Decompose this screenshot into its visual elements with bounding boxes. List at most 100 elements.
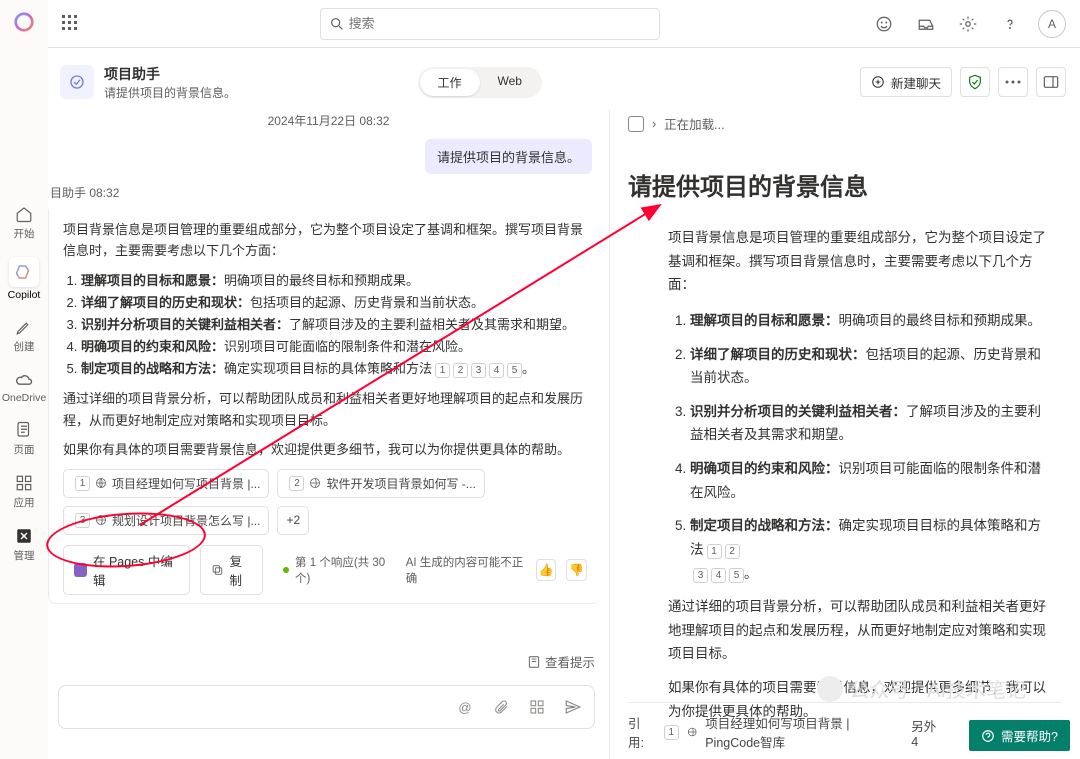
bot-li: 制定项目的战略和方法：确定实现项目目标的具体策略和方法12345。	[81, 358, 587, 380]
tab-web[interactable]: Web	[480, 69, 540, 96]
suggestion-more[interactable]: +2	[277, 506, 309, 535]
settings-icon[interactable]	[954, 10, 982, 38]
mode-tabs: 工作 Web	[418, 67, 542, 98]
citation[interactable]: 3	[693, 568, 708, 583]
rail-create[interactable]: 创建	[0, 309, 48, 362]
doc-li: 制定项目的战略和方法：确定实现项目目标的具体策略和方法12345。	[690, 514, 1052, 585]
doc-p: 项目背景信息是项目管理的重要组成部分，它为整个项目设定了基调和框架。撰写项目背景…	[668, 226, 1052, 297]
bot-li: 详细了解项目的历史和现状：包括项目的起源、历史背景和当前状态。	[81, 292, 587, 314]
doc-icon	[628, 116, 644, 132]
inbox-icon[interactable]	[912, 10, 940, 38]
chevron-right-icon: ›	[652, 117, 656, 131]
citation[interactable]: 5	[507, 363, 522, 378]
panel-toggle-button[interactable]	[1036, 67, 1066, 97]
citation[interactable]: 1	[435, 363, 450, 378]
suggestion-row: 1项目经理如何写项目背景 |... 2软件开发项目背景如何写 -... 3规划设…	[63, 469, 587, 535]
more-button[interactable]	[998, 67, 1028, 97]
pages-icon	[74, 563, 87, 577]
thumbs-up-button[interactable]: 👍	[536, 559, 557, 581]
left-rail: 开始 Copilot 创建 OneDrive 页面 应用 管理	[0, 0, 48, 759]
globe-icon	[687, 726, 697, 738]
shield-button[interactable]	[960, 67, 990, 97]
emoji-icon[interactable]	[870, 10, 898, 38]
help-icon[interactable]	[996, 10, 1024, 38]
apps-icon	[14, 473, 34, 493]
user-avatar[interactable]: A	[1038, 10, 1066, 38]
footer-extra[interactable]: 另外 4	[911, 716, 942, 749]
app-logo[interactable]	[10, 8, 38, 36]
new-chat-button[interactable]: 新建聊天	[860, 67, 952, 97]
citation[interactable]: 1	[664, 725, 679, 740]
chat-date: 2024年11月22日 08:32	[48, 110, 609, 139]
app-launcher-icon[interactable]	[62, 15, 80, 33]
grid-icon[interactable]	[526, 696, 548, 718]
bot-meta: 目助手 08:32	[50, 184, 609, 201]
edit-in-pages-button[interactable]: 在 Pages 中编辑	[63, 545, 190, 595]
citation[interactable]: 4	[489, 363, 504, 378]
rail-label: 开始	[14, 226, 35, 241]
doc-li: 识别并分析项目的关键利益相关者：了解项目涉及的主要利益相关者及其需求和期望。	[690, 400, 1052, 447]
suggestion-chip[interactable]: 3规划设计项目背景怎么写 |...	[63, 506, 269, 535]
rail-label: 创建	[14, 339, 35, 354]
help-bubble-icon	[981, 729, 995, 743]
citation[interactable]: 2	[725, 544, 740, 559]
citation[interactable]: 3	[471, 363, 486, 378]
user-message: 请提供项目的背景信息。	[425, 139, 592, 174]
home-icon	[14, 204, 34, 224]
attach-icon[interactable]	[490, 696, 512, 718]
rail-pages[interactable]: 页面	[0, 412, 48, 465]
globe-icon	[309, 477, 321, 489]
bot-p: 如果你有具体的项目需要背景信息，欢迎提供更多细节，我可以为你提供更具体的帮助。	[63, 439, 587, 460]
bot-message: 项目背景信息是项目管理的重要组成部分，它为整个项目设定了基调和框架。撰写项目背景…	[48, 209, 601, 604]
suggestion-chip[interactable]: 2软件开发项目背景如何写 -...	[277, 469, 484, 498]
doc-title: 请提供项目的背景信息	[628, 167, 1062, 202]
dots-icon	[1005, 80, 1021, 84]
bot-p: 通过详细的项目背景分析，可以帮助团队成员和利益相关者更好地理解项目的起点和发展历…	[63, 388, 587, 431]
doc-pane: › 正在加载... 请提供项目的背景信息 项目背景信息是项目管理的重要组成部分，…	[610, 110, 1080, 759]
new-chat-label: 新建聊天	[891, 73, 941, 92]
citation[interactable]: 5	[729, 568, 744, 583]
shield-icon	[967, 74, 983, 90]
send-icon[interactable]	[562, 696, 584, 718]
thumbs-down-button[interactable]: 👎	[566, 559, 587, 581]
rail-label: 页面	[14, 442, 35, 457]
search-input[interactable]	[349, 16, 651, 31]
view-prompt-button[interactable]: 查看提示	[527, 652, 595, 671]
doc-p: 通过详细的项目背景分析，可以帮助团队成员和利益相关者更好地理解项目的起点和发展历…	[668, 595, 1052, 666]
rail-start[interactable]: 开始	[0, 196, 48, 249]
rail-label: 管理	[14, 548, 35, 563]
copy-button[interactable]: 复制	[200, 545, 264, 595]
citation[interactable]: 2	[453, 363, 468, 378]
assistant-subtitle: 请提供项目的背景信息。	[104, 84, 236, 101]
copilot-icon	[9, 257, 39, 287]
mention-icon[interactable]: @	[454, 696, 476, 718]
rail-copilot[interactable]: Copilot	[0, 249, 48, 309]
rail-apps[interactable]: 应用	[0, 465, 48, 518]
rail-onedrive[interactable]: OneDrive	[0, 362, 48, 412]
chat-input[interactable]: @	[58, 685, 595, 729]
citation[interactable]: 4	[711, 568, 726, 583]
suggestion-chip[interactable]: 1项目经理如何写项目背景 |...	[63, 469, 269, 498]
assistant-header: 项目助手 请提供项目的背景信息。 工作 Web 新建聊天	[60, 56, 1066, 108]
search-box[interactable]	[320, 8, 660, 40]
cloud-icon	[14, 370, 34, 390]
breadcrumb: › 正在加载...	[628, 110, 1062, 151]
panel-icon	[1043, 75, 1059, 89]
bot-li: 识别并分析项目的关键利益相关者：了解项目涉及的主要利益相关者及其需求和期望。	[81, 314, 587, 336]
tab-work[interactable]: 工作	[420, 69, 480, 96]
doc-li: 详细了解项目的历史和现状：包括项目的起源、历史背景和当前状态。	[690, 343, 1052, 390]
book-icon	[527, 655, 541, 669]
footer-label: 引用:	[628, 713, 653, 751]
citation[interactable]: 1	[707, 544, 722, 559]
chat-pane: 2024年11月22日 08:32 请提供项目的背景信息。 目助手 08:32 …	[48, 110, 610, 759]
bot-p: 项目背景信息是项目管理的重要组成部分，它为整个项目设定了基调和框架。撰写项目背景…	[63, 219, 587, 262]
bot-li: 理解项目的目标和愿景：明确项目的最终目标和预期成果。	[81, 270, 587, 292]
plus-icon	[871, 75, 885, 89]
top-bar: A	[48, 0, 1080, 48]
assistant-icon	[60, 65, 94, 99]
need-help-button[interactable]: 需要帮助?	[969, 720, 1070, 751]
ai-disclaimer: AI 生成的内容可能不正确	[406, 554, 526, 586]
search-icon	[329, 16, 345, 32]
rail-admin[interactable]: 管理	[0, 518, 48, 571]
footer-cite[interactable]: 项目经理如何写项目背景 | PingCode智库	[705, 713, 903, 751]
